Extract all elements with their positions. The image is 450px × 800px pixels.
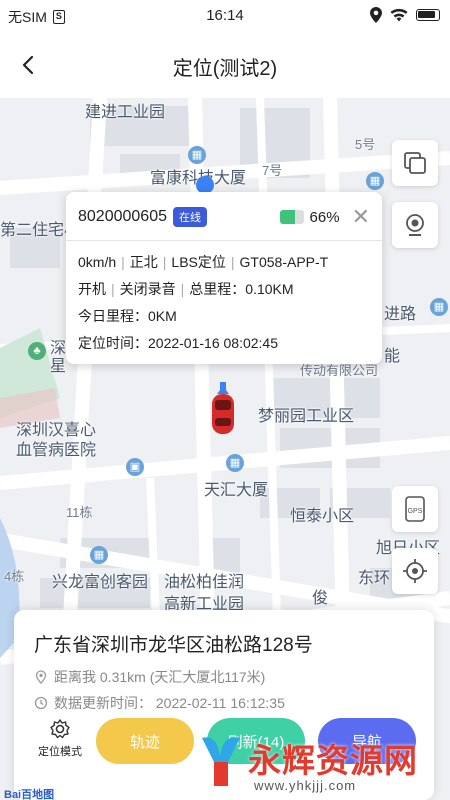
poi-icon-park: ♣ xyxy=(28,342,46,360)
status-badge: 在线 xyxy=(172,207,207,227)
divider xyxy=(66,240,382,241)
street-view-button[interactable] xyxy=(392,202,438,248)
watermark-logo-icon xyxy=(202,737,240,786)
recording-state: 关闭录音 xyxy=(119,281,176,297)
today-mileage: 今日里程：0KM xyxy=(78,308,177,324)
bus-icon: ▣ xyxy=(126,458,144,476)
poi-icon-right-top: ▦ xyxy=(366,172,384,190)
power-state: 开机 xyxy=(78,281,106,297)
total-mileage: 总里程：0.10KM xyxy=(189,281,294,297)
watermark-text: 永辉资源网 xyxy=(248,742,418,779)
status-bar: 无SIM S 16:14 xyxy=(0,0,450,32)
close-icon[interactable]: ✕ xyxy=(352,206,370,228)
locate-me-button[interactable] xyxy=(392,548,438,594)
car-marker-icon[interactable] xyxy=(206,382,240,436)
map-label-hengtai: 恒泰小区 xyxy=(290,508,355,525)
map-label-seven: 7号 xyxy=(262,163,283,178)
location-type: LBS定位 xyxy=(171,254,226,270)
battery-icon xyxy=(416,9,440,21)
gps-button[interactable]: GPS xyxy=(392,486,438,532)
location-icon xyxy=(370,7,382,23)
info-row-2: 开机 | 关闭录音 | 总里程：0.10KM xyxy=(78,281,294,297)
map-label-jianjin: 建进工业园 xyxy=(85,104,166,121)
direction: 正北 xyxy=(129,254,158,270)
battery-level-icon xyxy=(279,210,304,224)
map-label-eleven: 11栋 xyxy=(66,505,93,520)
device-info-card: 8020000605 在线 66% ✕ 0km/h | 正北 | LBS定位 | GT058… xyxy=(66,192,382,364)
map-label-xinglong: 兴龙富创客园 xyxy=(52,574,149,591)
battery-text: 66% xyxy=(309,208,340,226)
settings-icon xyxy=(50,719,70,739)
watermark: 永辉资源网 www.yhkjjj.com xyxy=(198,730,448,796)
map-label-xing: 星 xyxy=(50,358,67,375)
location-pin-icon xyxy=(35,670,47,684)
map-label-four: 4栋 xyxy=(4,569,25,584)
map-label-jun: 俊 xyxy=(312,590,329,607)
layers-button[interactable] xyxy=(392,140,438,186)
map-label-dongyuan: 东环 xyxy=(358,570,391,587)
address-text: 广东省深圳市龙华区油松路128号 xyxy=(34,635,313,656)
nav-bar: 定位(测试2) xyxy=(0,32,450,98)
poi-icon-fukang: ▦ xyxy=(188,146,206,164)
map-label-five: 5号 xyxy=(355,137,376,152)
device-id: 8020000605 xyxy=(78,208,167,225)
page-title: 定位(测试2) xyxy=(172,58,278,80)
baidu-map-logo: Bai百地图 xyxy=(4,789,55,800)
poi-icon-tianhui: ▦ xyxy=(226,454,244,472)
locate-mode-button[interactable]: 定位模式 xyxy=(32,718,88,759)
map-label-tianhui: 天汇大厦 xyxy=(204,482,269,499)
map-label-hanxi2: 血管病医院 xyxy=(16,442,97,459)
camera-icon xyxy=(406,214,424,236)
crosshair-icon xyxy=(403,559,427,583)
map-label-menglivuan: 梦丽园工业区 xyxy=(258,408,355,425)
wifi-icon xyxy=(390,8,408,22)
svg-text:GPS: GPS xyxy=(408,508,423,515)
status-right xyxy=(370,7,440,23)
map-label-yousong1: 油松柏佳润 xyxy=(164,574,245,591)
updated-text: 数据更新时间： 2022-02-11 16:12:35 xyxy=(54,695,285,711)
clock-icon xyxy=(34,696,48,710)
map-label-jinlu: 进路 xyxy=(384,306,417,323)
poi-icon-right-mid: ▦ xyxy=(430,298,448,316)
poi-icon-xinglong: ▦ xyxy=(90,546,108,564)
distance-text: 距离我 0.31km (天汇大厦北117米) xyxy=(54,669,266,685)
gps-icon: GPS xyxy=(405,496,425,522)
distance-row: 距离我 0.31km (天汇大厦北117米) xyxy=(34,667,414,687)
updated-row: 数据更新时间： 2022-02-11 16:12:35 xyxy=(34,693,414,713)
watermark-url: www.yhkjjj.com xyxy=(254,778,357,793)
speed: 0km/h xyxy=(78,254,117,270)
locate-time: 定位时间：2022-01-16 08:02:45 xyxy=(78,335,278,351)
device-model: GT058-APP-T xyxy=(239,254,329,270)
track-button[interactable]: 轨迹 xyxy=(96,718,194,764)
locate-mode-label: 定位模式 xyxy=(38,746,82,758)
map-label-neng: 能 xyxy=(384,348,401,365)
device-battery: 66% xyxy=(279,208,340,226)
info-row-1: 0km/h | 正北 | LBS定位 | GT058-APP-T xyxy=(78,254,329,270)
layers-icon xyxy=(404,152,426,174)
